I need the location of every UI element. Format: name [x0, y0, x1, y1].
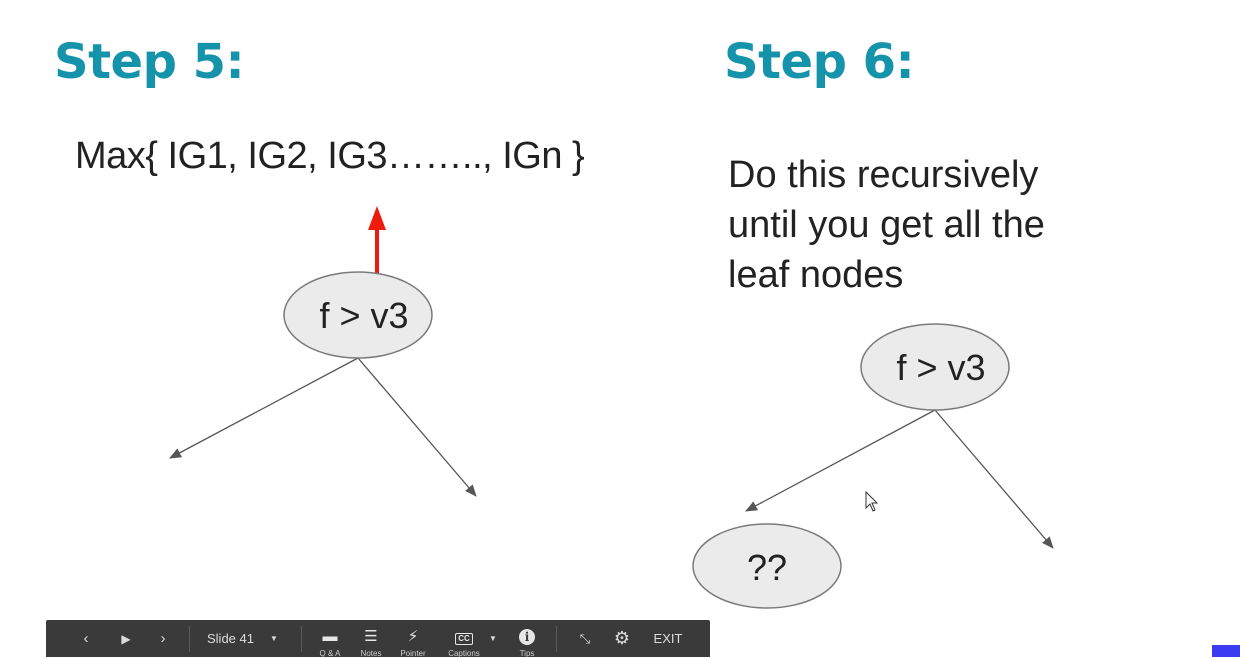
step6-left-edge: [745, 409, 936, 512]
previous-slide-button[interactable]: ‹: [76, 620, 96, 657]
play-button[interactable]: ▶: [116, 620, 136, 657]
captions-button[interactable]: CC Captions: [442, 629, 486, 658]
play-icon: ▶: [121, 631, 131, 646]
step5-root-node-label: f > v3: [319, 295, 408, 336]
chevron-right-icon: ›: [160, 630, 166, 647]
next-slide-button[interactable]: ›: [153, 620, 173, 657]
slide-number-label: Slide 41: [207, 631, 254, 646]
toolbar-divider: [301, 626, 302, 652]
exit-fullscreen-button[interactable]: ⤡: [574, 620, 596, 657]
corner-indicator: [1212, 645, 1240, 657]
slide-select-dropdown[interactable]: Slide 41 ▼: [198, 620, 290, 657]
notes-icon: ☰: [364, 628, 378, 645]
step6-right-edge: [934, 409, 1054, 549]
qa-button[interactable]: ▬ Q & A: [308, 629, 352, 658]
minimize-icon: ⤡: [579, 630, 591, 646]
presenter-toolbar: ‹ ▶ › Slide 41 ▼ ▬ Q & A ☰ Notes ⚡ Point…: [46, 620, 710, 658]
gear-icon: ⚙: [613, 628, 631, 648]
toolbar-divider: [556, 626, 557, 652]
mouse-cursor-icon: [865, 490, 879, 512]
unknown-leaf-node-label: ??: [747, 547, 787, 588]
step5-right-edge: [357, 357, 477, 497]
chevron-left-icon: ‹: [83, 630, 89, 647]
lightning-icon: ⚡: [407, 628, 419, 645]
decision-tree-diagrams: f > v3 f > v3 ??: [169, 206, 1054, 609]
exit-label: EXIT: [653, 631, 683, 646]
tips-button[interactable]: i Tips: [505, 629, 549, 658]
pointer-button[interactable]: ⚡ Pointer: [391, 629, 435, 658]
caret-down-icon: ▼: [489, 634, 497, 643]
toolbar-divider: [189, 626, 190, 652]
exit-button[interactable]: EXIT: [648, 620, 688, 657]
red-arrow-head: [368, 206, 386, 230]
notes-button[interactable]: ☰ Notes: [349, 629, 393, 658]
chat-bubbles-icon: ▬: [322, 628, 338, 645]
captions-dropdown-button[interactable]: ▼: [488, 620, 498, 657]
cc-icon: CC: [442, 629, 486, 645]
settings-button[interactable]: ⚙: [611, 620, 633, 657]
step6-root-node-label: f > v3: [896, 347, 985, 388]
caret-down-icon: ▼: [269, 634, 278, 643]
step5-left-edge: [169, 357, 359, 459]
info-icon: i: [505, 629, 549, 645]
